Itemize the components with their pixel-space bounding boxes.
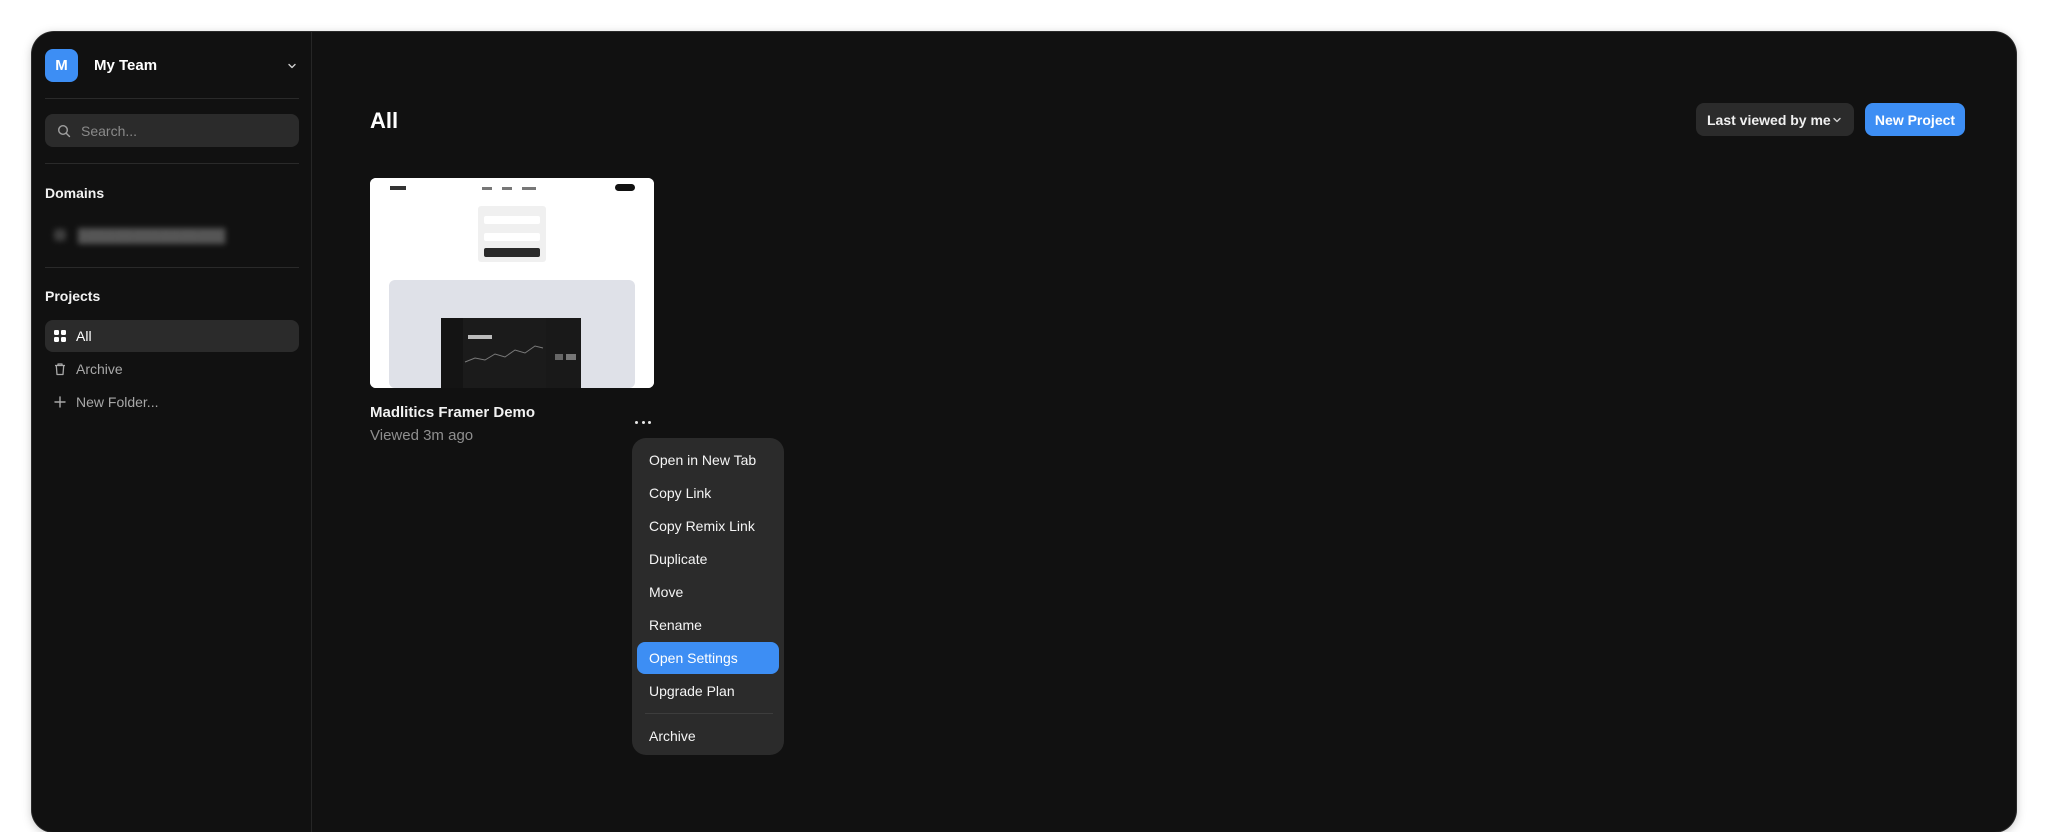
sidebar-item-new-folder[interactable]: New Folder... — [45, 386, 299, 418]
page-title: All — [370, 108, 399, 133]
divider — [45, 98, 299, 99]
sort-dropdown[interactable]: Last viewed by me — [1696, 103, 1854, 136]
sort-label: Last viewed by me — [1707, 111, 1831, 128]
search-box[interactable] — [45, 114, 299, 147]
sidebar-item-label: Archive — [76, 361, 123, 377]
menu-item-rename[interactable]: Rename — [637, 609, 779, 641]
project-title[interactable]: Madlitics Framer Demo — [370, 404, 535, 421]
project-preview-image — [370, 178, 654, 388]
plus-icon — [53, 395, 67, 409]
sidebar-item-label: All — [76, 328, 92, 344]
domain-icon — [54, 229, 66, 241]
search-input[interactable] — [81, 122, 281, 139]
sidebar: M My Team Domains ████████████████ Proje… — [32, 32, 312, 832]
team-switcher[interactable]: M My Team — [45, 49, 299, 82]
projects-heading: Projects — [45, 288, 101, 304]
sidebar-item-label: New Folder... — [76, 394, 159, 410]
menu-item-open-settings[interactable]: Open Settings — [637, 642, 779, 674]
domains-heading: Domains — [45, 185, 105, 201]
menu-item-move[interactable]: Move — [637, 576, 779, 608]
team-name: My Team — [94, 57, 158, 74]
menu-item-open-new-tab[interactable]: Open in New Tab — [637, 444, 779, 476]
menu-item-archive[interactable]: Archive — [637, 720, 779, 752]
search-icon — [57, 124, 71, 138]
chevron-down-icon[interactable] — [285, 59, 299, 73]
trash-icon — [53, 362, 67, 376]
menu-item-copy-link[interactable]: Copy Link — [637, 477, 779, 509]
new-project-button[interactable]: New Project — [1865, 103, 1965, 136]
grid-icon — [53, 329, 67, 343]
sidebar-item-all[interactable]: All — [45, 320, 299, 352]
domain-label: ████████████████ — [78, 227, 226, 243]
team-avatar: M — [45, 49, 78, 82]
context-menu: Open in New Tab Copy Link Copy Remix Lin… — [632, 438, 784, 755]
menu-item-upgrade-plan[interactable]: Upgrade Plan — [637, 675, 779, 707]
menu-item-duplicate[interactable]: Duplicate — [637, 543, 779, 575]
blurred-domain[interactable]: ████████████████ — [54, 227, 234, 243]
more-options-icon[interactable] — [635, 417, 651, 427]
menu-divider — [645, 713, 773, 714]
sidebar-item-archive[interactable]: Archive — [45, 353, 299, 385]
project-thumbnail[interactable] — [370, 178, 654, 388]
divider — [45, 163, 299, 164]
menu-item-copy-remix-link[interactable]: Copy Remix Link — [637, 510, 779, 542]
project-viewed-time: Viewed 3m ago — [370, 427, 474, 444]
divider — [45, 267, 299, 268]
chevron-down-icon — [1830, 113, 1844, 127]
app-window: M My Team Domains ████████████████ Proje… — [32, 32, 2016, 832]
